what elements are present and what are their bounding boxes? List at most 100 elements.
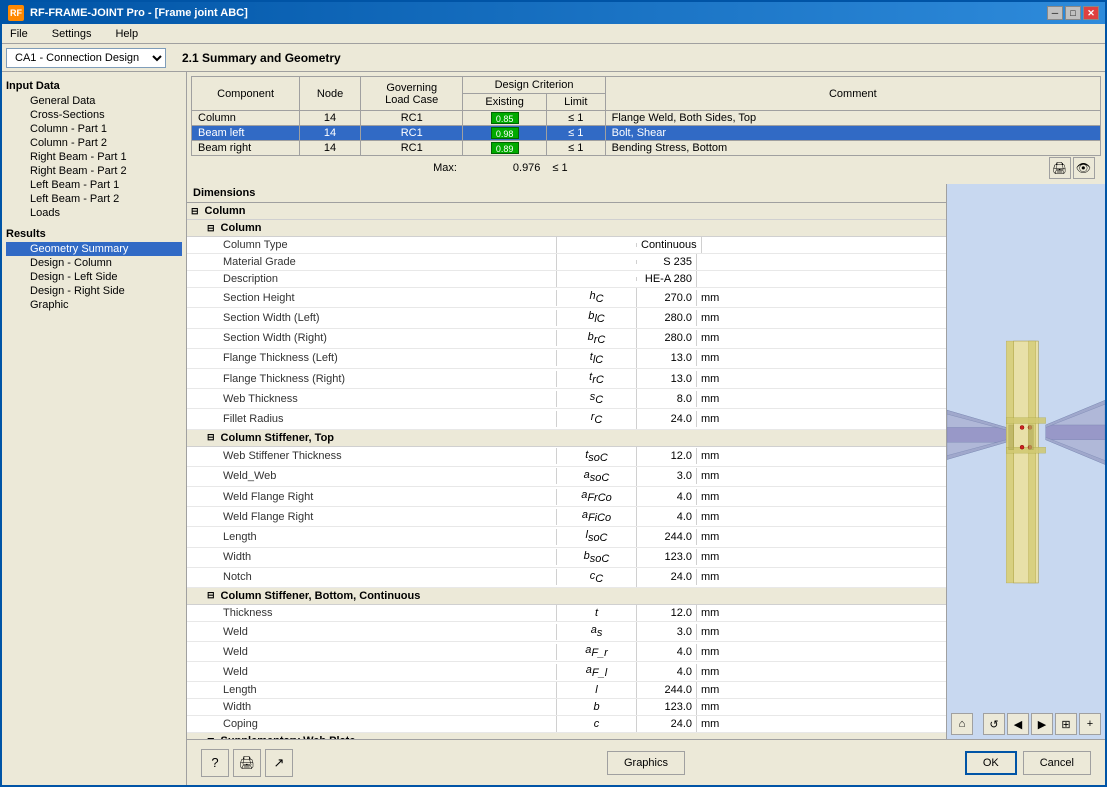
print-footer-button[interactable]: 🖨 <box>233 749 261 777</box>
frame-joint-preview <box>947 217 1105 707</box>
list-item: Weld Flange Right aFrCo 4.0 mm <box>187 487 946 507</box>
left-panel: Input Data General Data Cross-Sections C… <box>2 72 187 785</box>
menu-help[interactable]: Help <box>111 27 142 41</box>
export-button[interactable]: ↗ <box>265 749 293 777</box>
th-limit: Limit <box>546 94 605 111</box>
list-item: Column Type Continuous <box>187 237 946 254</box>
table-row: Column 14 RC1 0.85 ≤ 1 Flange Weld, Both… <box>192 111 1101 126</box>
main-window: RF RF-FRAME-JOINT Pro - [Frame joint ABC… <box>0 0 1107 787</box>
rotate-view-button[interactable]: ↺ <box>983 713 1005 735</box>
home-icon-button[interactable]: ⌂ <box>951 713 973 735</box>
list-item: Section Width (Right) brC 280.0 mm <box>187 329 946 349</box>
preview-panel: ↺ ◀ ▶ ⊞ + ⌂ <box>947 184 1105 739</box>
th-component: Component <box>192 77 300 111</box>
list-item: Flange Thickness (Right) trC 13.0 mm <box>187 369 946 389</box>
list-item: Flange Thickness (Left) tlC 13.0 mm <box>187 349 946 369</box>
cell-limit: ≤ 1 <box>546 141 605 156</box>
nav-right-beam-part2[interactable]: Right Beam - Part 2 <box>6 164 182 178</box>
nav-left-beam-part2[interactable]: Left Beam - Part 2 <box>6 192 182 206</box>
app-icon: RF <box>8 5 24 21</box>
title-bar-controls: ─ □ ✕ <box>1047 6 1099 20</box>
dimensions-scroll[interactable]: ⊟ Column ⊟ Column Column Type Continuous <box>187 203 946 739</box>
preview-toolbar: ↺ ◀ ▶ ⊞ + <box>983 713 1101 735</box>
maximize-button[interactable]: □ <box>1065 6 1081 20</box>
tree-subgroup-label: Column Stiffener, Bottom, Continuous <box>221 590 421 602</box>
tree-column-group[interactable]: ⊟ Column <box>187 203 946 220</box>
nav-design-left[interactable]: Design - Left Side <box>6 270 182 284</box>
list-item: Length lsoC 244.0 mm <box>187 527 946 547</box>
cell-limit: ≤ 1 <box>546 126 605 141</box>
nav-graphic[interactable]: Graphic <box>6 298 182 312</box>
title-bar: RF RF-FRAME-JOINT Pro - [Frame joint ABC… <box>2 2 1105 24</box>
graphics-button[interactable]: Graphics <box>607 751 685 775</box>
nav-left-beam-part1[interactable]: Left Beam - Part 1 <box>6 178 182 192</box>
dimensions-header: Dimensions <box>187 184 946 203</box>
print-icon-button[interactable]: 🖨 <box>1049 157 1071 179</box>
nav-design-right[interactable]: Design - Right Side <box>6 284 182 298</box>
list-item: Weld Flange Right aFiCo 4.0 mm <box>187 507 946 527</box>
nav-geometry-summary[interactable]: Geometry Summary <box>6 242 182 256</box>
list-item: Coping c 24.0 mm <box>187 716 946 733</box>
cell-load-case: RC1 <box>360 111 462 126</box>
list-item: Length l 244.0 mm <box>187 682 946 699</box>
prev-view-button[interactable]: ◀ <box>1007 713 1029 735</box>
nav-cross-sections[interactable]: Cross-Sections <box>6 108 182 122</box>
list-item: Notch cC 24.0 mm <box>187 568 946 588</box>
eye-icon-button[interactable]: 👁 <box>1073 157 1095 179</box>
split-area: Dimensions ⊟ Column ⊟ Column <box>187 184 1105 739</box>
tree-subgroup-label: Column Stiffener, Top <box>221 432 334 444</box>
tree-stiffener-top-subgroup[interactable]: ⊟ Column Stiffener, Top <box>187 430 946 447</box>
footer: ? 🖨 ↗ Graphics OK Cancel <box>187 739 1105 785</box>
tree-column-subgroup[interactable]: ⊟ Column <box>187 220 946 237</box>
list-item: Web Thickness sC 8.0 mm <box>187 389 946 409</box>
results-section: Results <box>6 228 182 240</box>
cancel-button[interactable]: Cancel <box>1023 751 1091 775</box>
list-item: Width b 123.0 mm <box>187 699 946 716</box>
ok-button[interactable]: OK <box>965 751 1017 775</box>
nav-general-data[interactable]: General Data <box>6 94 182 108</box>
cell-existing: 0.98 <box>463 126 546 141</box>
menu-file[interactable]: File <box>6 27 32 41</box>
list-item: Fillet Radius rC 24.0 mm <box>187 409 946 429</box>
window-title: RF-FRAME-JOINT Pro - [Frame joint ABC] <box>30 7 248 19</box>
close-button[interactable]: ✕ <box>1083 6 1099 20</box>
max-row: Max: 0.976 ≤ 1 🖨 👁 <box>192 156 1101 181</box>
cell-comment: Bolt, Shear <box>605 126 1100 141</box>
nav-column-part2[interactable]: Column - Part 2 <box>6 136 182 150</box>
input-data-section: Input Data <box>6 80 182 92</box>
menu-settings[interactable]: Settings <box>48 27 96 41</box>
nav-column-part1[interactable]: Column - Part 1 <box>6 122 182 136</box>
max-value: 0.976 <box>463 156 546 181</box>
main-content: Input Data General Data Cross-Sections C… <box>2 72 1105 785</box>
right-content: Component Node GoverningLoad Case Design… <box>187 72 1105 785</box>
list-item: Width bsoC 123.0 mm <box>187 548 946 568</box>
cell-load-case: RC1 <box>360 126 462 141</box>
list-item: Weld aF_l 4.0 mm <box>187 662 946 682</box>
nav-design-column[interactable]: Design - Column <box>6 256 182 270</box>
help-button[interactable]: ? <box>201 749 229 777</box>
list-item: Weld aF_r 4.0 mm <box>187 642 946 662</box>
summary-table-area: Component Node GoverningLoad Case Design… <box>187 72 1105 184</box>
section-title: 2.1 Summary and Geometry <box>182 51 341 65</box>
zoom-in-button[interactable]: + <box>1079 713 1101 735</box>
th-existing: Existing <box>463 94 546 111</box>
next-view-button[interactable]: ▶ <box>1031 713 1053 735</box>
cell-node: 14 <box>300 126 361 141</box>
cell-limit: ≤ 1 <box>546 111 605 126</box>
collapse-icon: ⊟ <box>207 223 215 234</box>
list-item: Section Width (Left) blC 280.0 mm <box>187 308 946 328</box>
cell-node: 14 <box>300 141 361 156</box>
tree-stiffener-bottom-subgroup[interactable]: ⊟ Column Stiffener, Bottom, Continuous <box>187 588 946 605</box>
dimensions-panel: Dimensions ⊟ Column ⊟ Column <box>187 184 947 739</box>
zoom-fit-button[interactable]: ⊞ <box>1055 713 1077 735</box>
summary-table: Component Node GoverningLoad Case Design… <box>191 76 1101 180</box>
cell-component: Column <box>192 111 300 126</box>
nav-loads[interactable]: Loads <box>6 206 182 220</box>
menu-bar: File Settings Help <box>2 24 1105 44</box>
nav-right-beam-part1[interactable]: Right Beam - Part 1 <box>6 150 182 164</box>
footer-left: ? 🖨 ↗ <box>193 749 492 777</box>
th-load-case: GoverningLoad Case <box>360 77 462 111</box>
cell-load-case: RC1 <box>360 141 462 156</box>
connection-design-dropdown[interactable]: CA1 - Connection Design <box>6 48 166 68</box>
minimize-button[interactable]: ─ <box>1047 6 1063 20</box>
